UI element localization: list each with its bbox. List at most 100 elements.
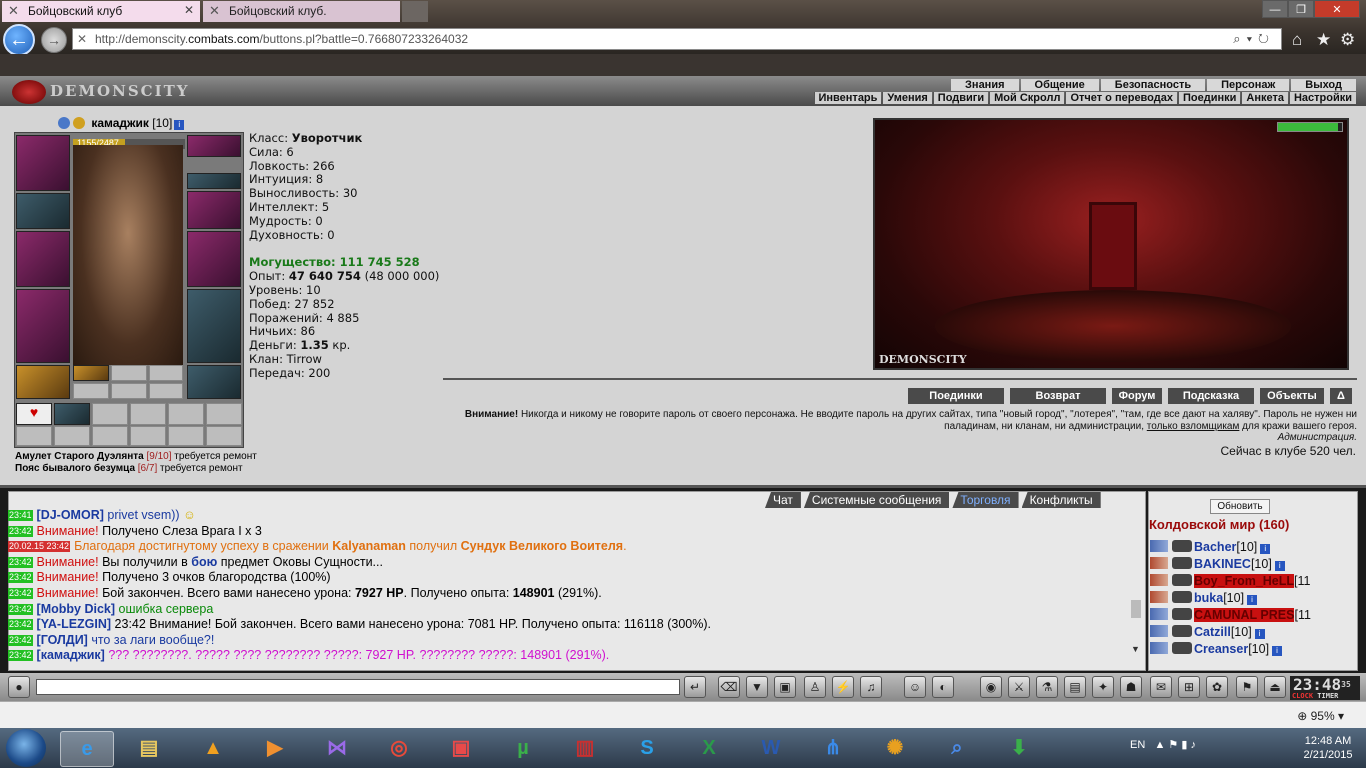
sword-icon[interactable]: ⚔ <box>1008 676 1030 698</box>
private-chat-icon[interactable] <box>1150 591 1168 603</box>
submenu-my-scroll[interactable]: Мой Скролл <box>989 92 1065 104</box>
game-launcher-icon[interactable]: ▲ <box>186 731 240 767</box>
objects-button[interactable]: Объекты <box>1260 388 1324 404</box>
network-icon[interactable]: ▮ <box>1181 739 1187 751</box>
scroll-thumb[interactable] <box>1131 600 1141 618</box>
info-icon[interactable]: i <box>174 120 185 130</box>
zoom-control[interactable]: ⊕ 95% ▾ <box>1297 709 1344 723</box>
empty-slot[interactable] <box>130 426 166 446</box>
user-row[interactable]: Catzill[10] i <box>1150 624 1342 641</box>
bracers-slot[interactable] <box>16 193 70 229</box>
reader-icon[interactable]: ▥ <box>558 731 612 767</box>
user-row[interactable]: BAKINEC[10] i <box>1150 556 1342 573</box>
tab-conflicts[interactable]: Конфликты <box>1021 492 1101 508</box>
info-icon[interactable]: i <box>1247 595 1258 605</box>
forward-button[interactable]: → <box>41 27 67 53</box>
menu-knowledge[interactable]: Знания <box>951 79 1019 91</box>
image-editor-icon[interactable]: ▣ <box>434 731 488 767</box>
mask-icon[interactable]: ☗ <box>1120 676 1142 698</box>
private-chat-icon[interactable] <box>1150 608 1168 620</box>
excel-icon[interactable]: X <box>682 731 736 767</box>
url-tools[interactable]: ⌕▾↻ <box>1233 31 1275 47</box>
search-app-icon[interactable]: ⌕ <box>930 731 984 767</box>
empty-slot[interactable] <box>206 403 242 425</box>
empty-slot[interactable] <box>111 365 147 381</box>
menu-communication[interactable]: Общение <box>1020 79 1099 91</box>
info-icon[interactable]: i <box>1260 544 1271 554</box>
skype-icon[interactable]: S <box>620 731 674 767</box>
visual-studio-icon[interactable]: ⋈ <box>310 731 364 767</box>
submenu-achievements[interactable]: Подвиги <box>932 92 989 104</box>
settings-gear-icon[interactable]: ⚙ <box>1340 30 1355 50</box>
user-row[interactable]: CAMUNAL PRES[11 <box>1150 607 1342 624</box>
tab-chat[interactable]: Чат <box>765 492 801 508</box>
user-row[interactable]: Bacher[10] i <box>1150 539 1342 556</box>
empty-slot[interactable] <box>92 426 128 446</box>
minimize-button[interactable]: — <box>1262 0 1288 18</box>
forum-button[interactable]: Форум <box>1112 388 1162 404</box>
tab-fight-club-2[interactable]: ✕ Бойцовский клуб. <box>203 1 400 22</box>
scroll-icon[interactable]: ✉ <box>1150 676 1172 698</box>
home-icon[interactable]: ⌂ <box>1292 30 1302 50</box>
tab-fight-club-1[interactable]: ✕ Бойцовский клуб ✕ <box>2 1 200 22</box>
user-name[interactable]: buka <box>1194 591 1223 605</box>
scroll-slot[interactable] <box>73 365 109 381</box>
file-explorer-icon[interactable]: ▤ <box>122 731 176 767</box>
private-chat-icon[interactable] <box>1150 625 1168 637</box>
chrome-icon[interactable]: ◎ <box>372 731 426 767</box>
chest-icon[interactable]: ▤ <box>1064 676 1086 698</box>
info-icon[interactable]: i <box>1254 629 1265 639</box>
tab-system-messages[interactable]: Системные сообщения <box>803 492 950 508</box>
refresh-button[interactable]: Обновить <box>1210 499 1270 514</box>
url-field[interactable]: ✕ http://demonscity.combats.com/buttons.… <box>72 28 1282 50</box>
empty-slot[interactable] <box>149 383 183 399</box>
chat-nick[interactable]: [камаджик] <box>37 648 105 662</box>
chat-mode-icon[interactable]: ● <box>8 676 30 698</box>
user-row[interactable]: buka[10] i <box>1150 590 1342 607</box>
submenu-profile[interactable]: Анкета <box>1241 92 1288 104</box>
offhand-slot[interactable] <box>187 231 241 287</box>
empty-slot[interactable] <box>149 365 183 381</box>
armor-slot[interactable] <box>16 289 70 363</box>
submenu-settings[interactable]: Настройки <box>1288 92 1356 104</box>
chat-nick[interactable]: [Mobby Dick] <box>37 602 115 616</box>
send-icon[interactable]: ↵ <box>684 676 706 698</box>
hint-button[interactable]: Подсказка <box>1168 388 1254 404</box>
user-name[interactable]: CAMUNAL PRES <box>1194 608 1295 622</box>
character-avatar[interactable] <box>73 145 183 365</box>
empty-slot[interactable] <box>73 383 109 399</box>
user-row[interactable]: Creanser[10] i <box>1150 641 1342 658</box>
utorrent-icon[interactable]: µ <box>496 731 550 767</box>
avast-icon[interactable]: ✺ <box>868 731 922 767</box>
return-button[interactable]: Возврат <box>1010 388 1106 404</box>
music-icon[interactable]: ♫ <box>860 676 882 698</box>
download-app-icon[interactable]: ⬇ <box>992 731 1046 767</box>
duels-button[interactable]: Поединки <box>908 388 1004 404</box>
empty-slot[interactable] <box>168 426 204 446</box>
filter-icon[interactable]: ▼ <box>746 676 768 698</box>
submenu-duels[interactable]: Поединки <box>1177 92 1241 104</box>
private-chat-icon[interactable] <box>1150 642 1168 654</box>
scene-door[interactable] <box>1089 202 1137 290</box>
chat-nick[interactable]: [DJ-OMOR] <box>37 508 104 522</box>
close-window-button[interactable]: ✕ <box>1314 0 1360 18</box>
menu-security[interactable]: Безопасность <box>1100 79 1206 91</box>
flag-tray-icon[interactable]: ⚑ <box>1168 739 1178 751</box>
volume-icon[interactable]: ♪ <box>1190 739 1196 751</box>
heart-slot[interactable]: ♥ <box>16 403 52 425</box>
helmet-slot[interactable] <box>16 135 70 191</box>
chat-scrollbar[interactable]: ▼ <box>1130 508 1142 658</box>
empty-slot[interactable] <box>130 403 166 425</box>
belt-slot[interactable] <box>16 365 70 399</box>
empty-slot[interactable] <box>168 403 204 425</box>
flag-icon[interactable]: ⚑ <box>1236 676 1258 698</box>
info-icon[interactable]: i <box>1274 561 1285 571</box>
rings-row-slot[interactable] <box>187 173 241 189</box>
empty-slot[interactable] <box>16 426 52 446</box>
tab-trade[interactable]: Торговля <box>952 492 1019 508</box>
user-name[interactable]: BAKINEC <box>1194 557 1251 571</box>
chevron-down-icon[interactable]: ▼ <box>1131 644 1140 654</box>
legs-slot[interactable] <box>187 289 241 363</box>
media-player-icon[interactable]: ▶ <box>248 731 302 767</box>
charm-slot[interactable] <box>54 403 90 425</box>
